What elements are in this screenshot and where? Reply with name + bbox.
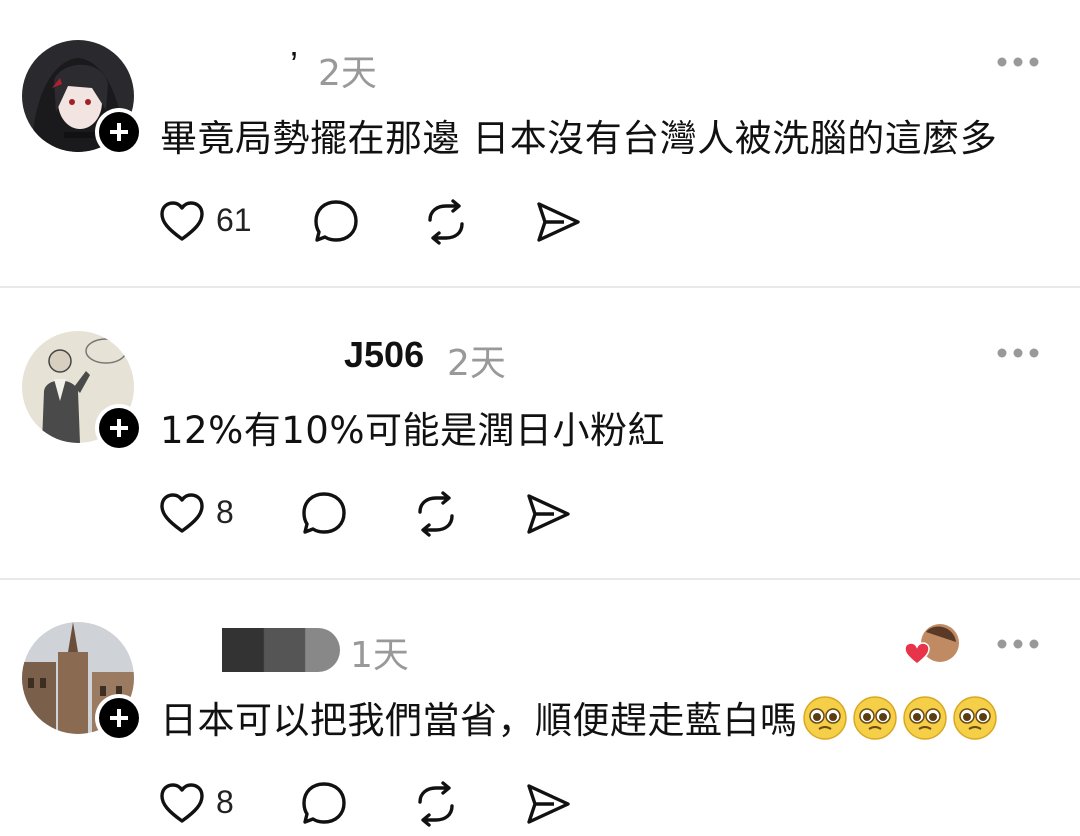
- follow-plus-icon: [110, 123, 128, 141]
- comment-icon[interactable]: [300, 490, 348, 538]
- follow-plus-icon: [110, 709, 128, 727]
- like-count: 8: [216, 784, 234, 820]
- divider: [0, 286, 1080, 288]
- post-time: 1天: [350, 635, 409, 676]
- redacted-username: [222, 628, 340, 672]
- heart-badge-icon: [904, 642, 930, 665]
- like-count: 8: [216, 494, 234, 530]
- comment-icon[interactable]: [312, 198, 360, 246]
- more-icon[interactable]: [996, 347, 1040, 359]
- comment-icon[interactable]: [300, 780, 348, 828]
- post-content: 12%有10%可能是潤日小粉紅: [160, 409, 665, 452]
- post-time: 2天: [318, 53, 377, 94]
- pleading-face-icon: [952, 695, 998, 750]
- pleading-face-icon: [802, 695, 848, 750]
- post-content: 日本可以把我們當省，順便趕走藍白嗎🥹🥹🥹🥹: [160, 690, 998, 750]
- share-icon[interactable]: [534, 198, 582, 246]
- post-text: 日本可以把我們當省，順便趕走藍白嗎: [160, 699, 798, 742]
- pleading-face-icon: [902, 695, 948, 750]
- repost-icon[interactable]: [412, 490, 460, 538]
- heart-icon[interactable]: [158, 490, 206, 538]
- follow-button[interactable]: [95, 404, 143, 452]
- share-icon[interactable]: [524, 490, 572, 538]
- reaction-avatar[interactable]: [904, 622, 960, 668]
- post-content: 畢竟局勢擺在那邊 日本沒有台灣人被洗腦的這麼多: [160, 117, 998, 160]
- follow-plus-icon: [110, 419, 128, 437]
- more-icon[interactable]: [996, 56, 1040, 68]
- more-icon[interactable]: [996, 638, 1040, 650]
- heart-icon[interactable]: [158, 780, 206, 828]
- share-icon[interactable]: [524, 780, 572, 828]
- repost-icon[interactable]: [422, 198, 470, 246]
- username-tail: ’: [290, 44, 298, 85]
- follow-button[interactable]: [95, 108, 143, 156]
- heart-icon[interactable]: [158, 198, 206, 246]
- pleading-face-icon: [852, 695, 898, 750]
- divider: [0, 578, 1080, 580]
- follow-button[interactable]: [95, 694, 143, 742]
- username[interactable]: J506: [344, 334, 424, 376]
- like-count: 61: [216, 202, 252, 238]
- repost-icon[interactable]: [412, 780, 460, 828]
- post-time: 2天: [447, 343, 506, 384]
